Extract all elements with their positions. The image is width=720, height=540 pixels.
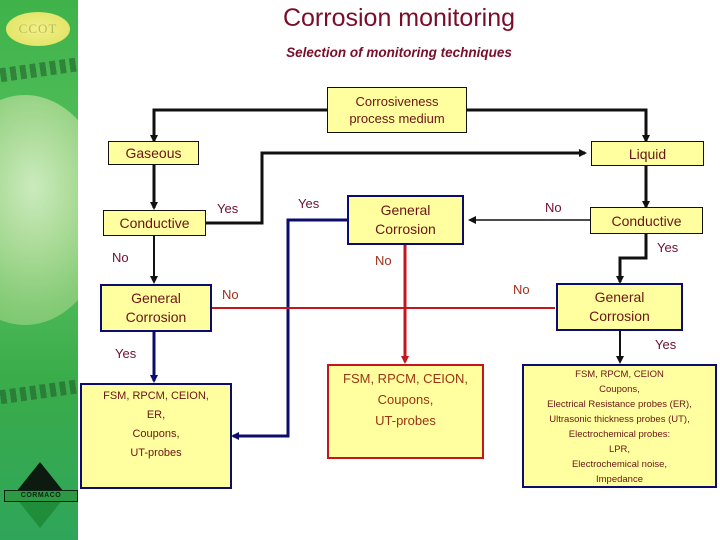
node-gas-conductive: Conductive — [103, 210, 206, 236]
node-left-result-techniques: FSM, RPCM, CEION, ER, Coupons, UT-probes — [80, 383, 232, 489]
technique-item: FSM, RPCM, CEION, — [103, 390, 209, 402]
node-center-result-techniques: FSM, RPCM, CEION, Coupons, UT-probes — [327, 364, 484, 459]
technique-item: ER, — [146, 409, 166, 421]
node-text: Liquid — [628, 145, 667, 162]
node-text-line: process medium — [349, 111, 445, 126]
technique-item: Electrochemical noise, — [571, 459, 668, 470]
edge-root-to-liquid — [467, 108, 650, 143]
node-text-line: General — [594, 289, 645, 305]
edge-root-to-gaseous — [150, 108, 327, 143]
technique-item: Ultrasonic thickness probes (UT), — [549, 414, 690, 425]
label-liq-conductive-no: No — [545, 200, 562, 215]
label-left-general-yes: Yes — [115, 346, 137, 361]
technique-item: UT-probes — [130, 447, 182, 459]
label-gas-conductive-no: No — [112, 250, 129, 265]
node-right-result-techniques: FSM, RPCM, CEION Coupons, Electrical Res… — [522, 364, 717, 488]
node-text: Gaseous — [125, 145, 182, 161]
technique-item: Electrochemical probes: — [568, 429, 671, 440]
node-liq-conductive: Conductive — [590, 207, 703, 234]
technique-item: LPR, — [608, 444, 631, 455]
node-text-line: General — [131, 290, 181, 306]
technique-item: FSM, RPCM, CEION, — [343, 371, 468, 386]
technique-item: Coupons, — [599, 384, 640, 395]
technique-item: UT-probes — [375, 413, 436, 428]
technique-item: Impedance — [595, 474, 643, 485]
node-left-general-corrosion: General Corrosion — [100, 284, 212, 332]
label-right-general-yes: Yes — [655, 337, 677, 352]
edge-liq-conductive-yes-to-general — [616, 234, 648, 284]
label-gas-conductive-yes: Yes — [217, 201, 239, 216]
label-left-general-no: No — [222, 287, 239, 302]
label-center-general-no: No — [375, 253, 392, 268]
node-right-general-corrosion: General Corrosion — [556, 283, 683, 331]
node-text-line: Corrosion — [125, 309, 187, 325]
node-text-line: General — [380, 202, 431, 218]
technique-item: Electrical Resistance probes (ER), — [547, 399, 692, 410]
node-text: Conductive — [119, 215, 190, 231]
label-right-general-no: No — [513, 282, 530, 297]
technique-item: Coupons, — [377, 392, 434, 407]
node-liquid: Liquid — [591, 141, 704, 166]
node-text-line: Corrosion — [589, 308, 650, 324]
node-text-line: Corrosiveness — [355, 94, 439, 109]
node-center-general-corrosion: General Corrosion — [347, 195, 464, 245]
node-gaseous: Gaseous — [108, 141, 199, 165]
technique-item: FSM, RPCM, CEION — [575, 369, 664, 380]
node-corrosiveness-process-medium: Corrosiveness process medium — [327, 87, 467, 133]
label-liq-conductive-yes: Yes — [657, 240, 679, 255]
technique-item: Coupons, — [132, 428, 180, 440]
node-text: Conductive — [611, 212, 682, 229]
node-text-line: Corrosion — [375, 221, 436, 237]
label-center-general-yes: Yes — [298, 196, 320, 211]
